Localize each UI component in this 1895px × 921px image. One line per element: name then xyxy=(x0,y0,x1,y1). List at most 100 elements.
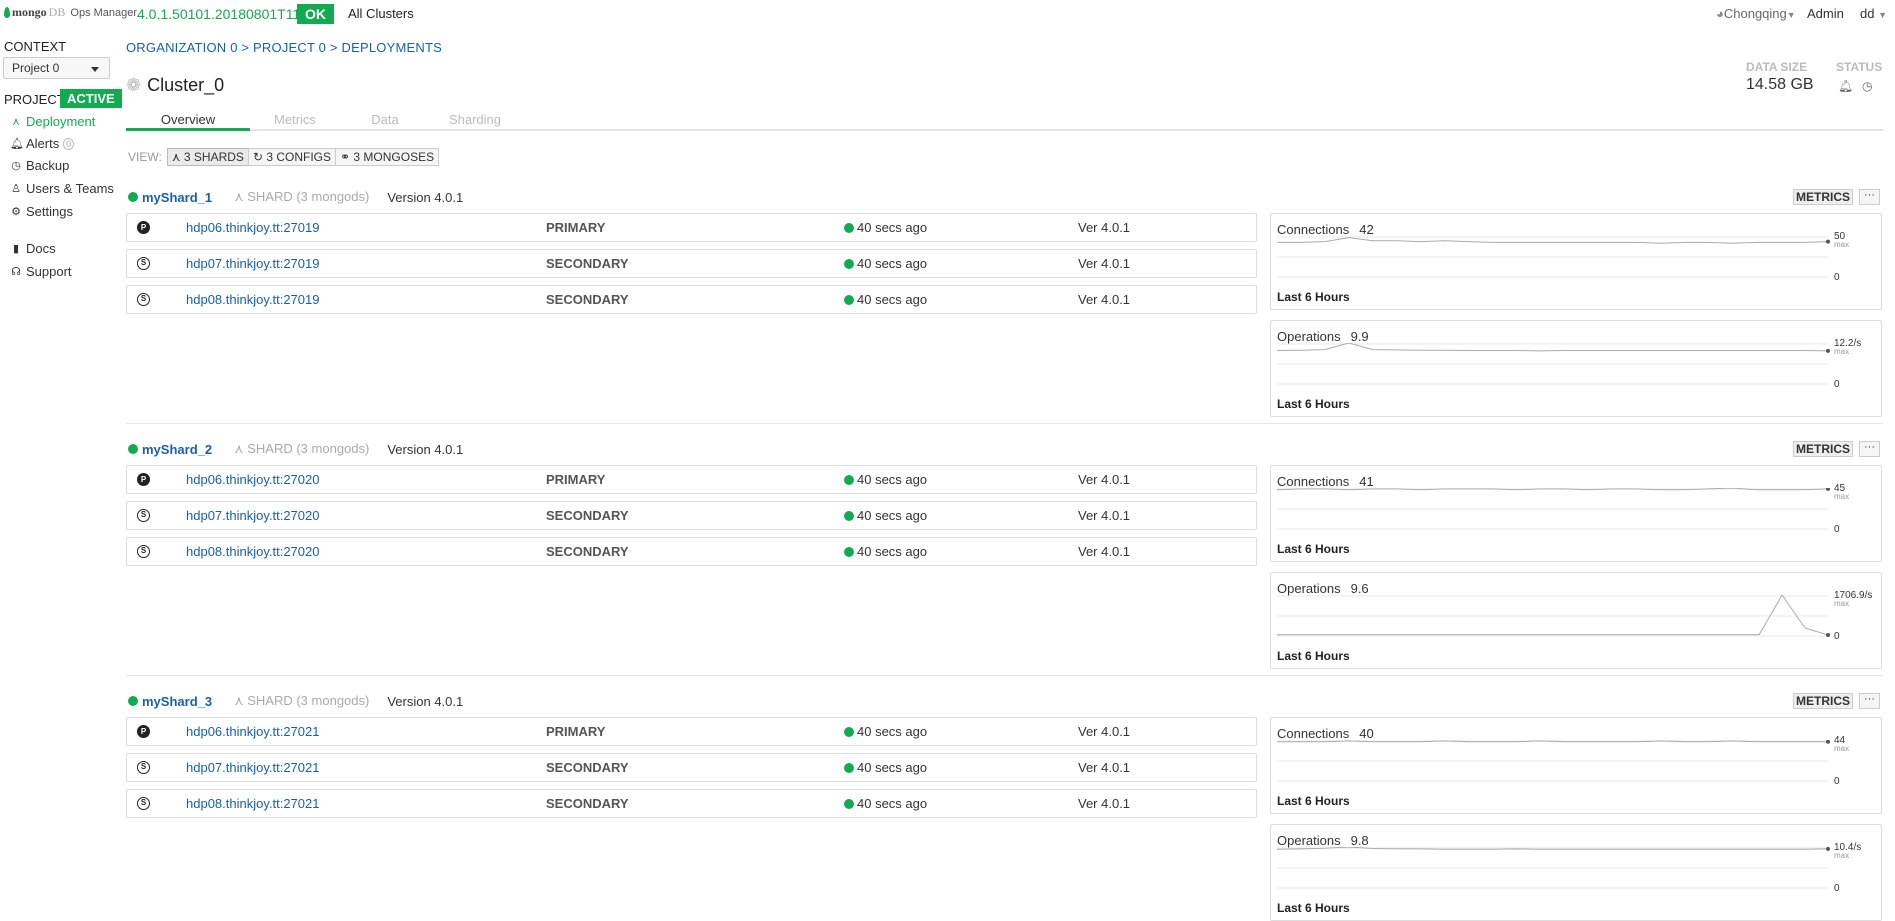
host-link[interactable]: hdp08.thinkjoy.tt:27019 xyxy=(186,292,319,307)
secondary-icon: S xyxy=(137,293,150,306)
shard-version: Version 4.0.1 xyxy=(387,189,464,205)
tab-metrics[interactable]: Metrics xyxy=(250,110,340,131)
chart-current-value: 42 xyxy=(1359,222,1374,237)
chart-title: Connections 40 xyxy=(1277,726,1374,741)
connections-chart[interactable]: Connections 42 50 max 0 Last 6 Hours xyxy=(1270,213,1882,310)
breadcrumb[interactable]: ORGANIZATION 0 > PROJECT 0 > DEPLOYMENTS xyxy=(126,40,442,55)
sidebar-item-deployment[interactable]: ⋏ Deployment xyxy=(10,114,95,129)
chart-period: Last 6 Hours xyxy=(1277,290,1350,304)
chart-min-value: 0 xyxy=(1834,776,1840,787)
view-shards-button[interactable]: ⋏ 3 SHARDS xyxy=(166,148,249,166)
cluster-icon: ❁ xyxy=(126,75,142,95)
chart-current-value: 9.8 xyxy=(1350,833,1369,848)
status-badge: OK xyxy=(297,4,334,24)
user-label: dd xyxy=(1860,6,1875,21)
project-label: PROJECT xyxy=(4,92,65,107)
member-role: SECONDARY xyxy=(546,796,629,811)
operations-chart[interactable]: Operations 9.9 12.2/s max 0 Last 6 Hours xyxy=(1270,320,1882,417)
shard-name-link[interactable]: myShard_3 xyxy=(142,694,212,709)
chart-title: Operations 9.6 xyxy=(1277,581,1369,596)
last-ping: 40 secs ago xyxy=(844,760,927,775)
host-link[interactable]: hdp07.thinkjoy.tt:27021 xyxy=(186,760,319,775)
tab-overview[interactable]: Overview xyxy=(126,110,250,131)
chart-period: Last 6 Hours xyxy=(1277,542,1350,556)
metrics-button[interactable]: METRICS xyxy=(1793,441,1853,457)
sidebar-item-users-teams[interactable]: ♙ Users & Teams xyxy=(10,181,114,196)
tab-data[interactable]: Data xyxy=(340,110,430,131)
leaf-icon xyxy=(4,7,10,18)
operations-chart[interactable]: Operations 9.6 1706.9/s max 0 Last 6 Hour… xyxy=(1270,572,1882,669)
host-link[interactable]: hdp08.thinkjoy.tt:27020 xyxy=(186,544,319,559)
member-version: Ver 4.0.1 xyxy=(1078,472,1131,487)
history-icon[interactable]: ◷ xyxy=(1862,79,1872,93)
shard-name-link[interactable]: myShard_1 xyxy=(142,190,212,205)
project-select[interactable]: Project 0 xyxy=(3,57,110,79)
member-row[interactable]: Shdp07.thinkjoy.tt:27021 SECONDARY 40 secs… xyxy=(126,753,1257,782)
member-role: PRIMARY xyxy=(546,472,606,487)
metrics-button[interactable]: METRICS xyxy=(1793,189,1853,205)
shard-name-link[interactable]: myShard_2 xyxy=(142,442,212,457)
sidebar-item-settings[interactable]: ⚙ Settings xyxy=(10,204,73,219)
metrics-button[interactable]: METRICS xyxy=(1793,693,1853,709)
chart-title: Connections 42 xyxy=(1277,222,1374,237)
view-configs-button[interactable]: ↻ 3 CONFIGS xyxy=(247,148,337,166)
tab-bar: Overview Metrics Data Sharding xyxy=(126,110,1883,131)
gear-icon: ⚙ xyxy=(11,206,21,218)
sidebar-item-label: Deployment xyxy=(26,114,96,129)
tab-sharding[interactable]: Sharding xyxy=(430,110,520,131)
last-ping-label: 40 secs ago xyxy=(857,724,928,739)
operations-chart[interactable]: Operations 9.8 10.4/s max 0 Last 6 Hours xyxy=(1270,824,1882,921)
host-link[interactable]: hdp06.thinkjoy.tt:27020 xyxy=(186,472,319,487)
member-row[interactable]: Phdp06.thinkjoy.tt:27021 PRIMARY 40 secs a… xyxy=(126,717,1257,746)
connections-chart[interactable]: Connections 41 45 max 0 Last 6 Hours xyxy=(1270,465,1882,562)
chart-title-label: Operations xyxy=(1277,581,1341,596)
chart-title-label: Connections xyxy=(1277,222,1350,237)
host-link[interactable]: hdp07.thinkjoy.tt:27020 xyxy=(186,508,319,523)
host-link[interactable]: hdp07.thinkjoy.tt:27019 xyxy=(186,256,319,271)
bell-icon[interactable]: 🔔︎ xyxy=(1838,79,1853,93)
status-dot xyxy=(844,222,854,233)
sidebar-item-alerts[interactable]: 🔔︎ Alerts 0 xyxy=(10,136,75,151)
connections-chart[interactable]: Connections 40 44 max 0 Last 6 Hours xyxy=(1270,717,1882,814)
view-mongoses-button[interactable]: ⚭ 3 MONGOSES xyxy=(335,148,440,166)
host-link[interactable]: hdp06.thinkjoy.tt:27019 xyxy=(186,220,319,235)
member-row[interactable]: Shdp08.thinkjoy.tt:27019 SECONDARY 40 secs… xyxy=(126,285,1257,314)
sidebar-item-docs[interactable]: ▮ Docs xyxy=(10,241,56,256)
mongodb-logo[interactable]: mongo DB Ops Manager xyxy=(4,5,137,20)
sidebar-item-support[interactable]: ☊ Support xyxy=(10,264,71,279)
more-button[interactable]: ··· xyxy=(1859,441,1880,457)
secondary-icon: S xyxy=(137,257,150,270)
chart-max-label: max xyxy=(1834,851,1850,860)
host-link[interactable]: hdp06.thinkjoy.tt:27021 xyxy=(186,724,319,739)
status-dot xyxy=(844,474,854,485)
timezone-dropdown[interactable]: ◕Chongqing▼ xyxy=(1716,6,1796,21)
chart-title-label: Connections xyxy=(1277,474,1350,489)
shard-type: ⋏ SHARD (3 mongods) xyxy=(234,693,370,708)
chart-title: Operations 9.8 xyxy=(1277,833,1369,848)
member-role: SECONDARY xyxy=(546,508,629,523)
more-button[interactable]: ··· xyxy=(1859,189,1880,205)
host-link[interactable]: hdp08.thinkjoy.tt:27021 xyxy=(186,796,319,811)
admin-link[interactable]: Admin xyxy=(1807,6,1844,21)
chart-period: Last 6 Hours xyxy=(1277,649,1350,663)
member-row[interactable]: Shdp07.thinkjoy.tt:27019 SECONDARY 40 secs… xyxy=(126,249,1257,278)
member-version: Ver 4.0.1 xyxy=(1078,292,1131,307)
all-clusters-link[interactable]: All Clusters xyxy=(348,6,414,21)
chart-period: Last 6 Hours xyxy=(1277,397,1350,411)
user-menu[interactable]: dd ▼ xyxy=(1860,6,1887,21)
sidebar-item-backup[interactable]: ◷ Backup xyxy=(10,158,69,173)
secondary-icon: S xyxy=(137,761,150,774)
member-version: Ver 4.0.1 xyxy=(1078,544,1131,559)
page-title: ❁ Cluster_0 xyxy=(126,75,224,96)
last-ping-label: 40 secs ago xyxy=(857,292,928,307)
member-row[interactable]: Phdp06.thinkjoy.tt:27019 PRIMARY 40 secs a… xyxy=(126,213,1257,242)
member-row[interactable]: Phdp06.thinkjoy.tt:27020 PRIMARY 40 secs a… xyxy=(126,465,1257,494)
sparkline xyxy=(1277,595,1830,637)
member-row[interactable]: Shdp08.thinkjoy.tt:27020 SECONDARY 40 secs… xyxy=(126,537,1257,566)
member-role: PRIMARY xyxy=(546,724,606,739)
chart-title-label: Operations xyxy=(1277,329,1341,344)
member-row[interactable]: Shdp08.thinkjoy.tt:27021 SECONDARY 40 secs… xyxy=(126,789,1257,818)
more-button[interactable]: ··· xyxy=(1859,693,1880,709)
member-role: SECONDARY xyxy=(546,760,629,775)
member-row[interactable]: Shdp07.thinkjoy.tt:27020 SECONDARY 40 secs… xyxy=(126,501,1257,530)
